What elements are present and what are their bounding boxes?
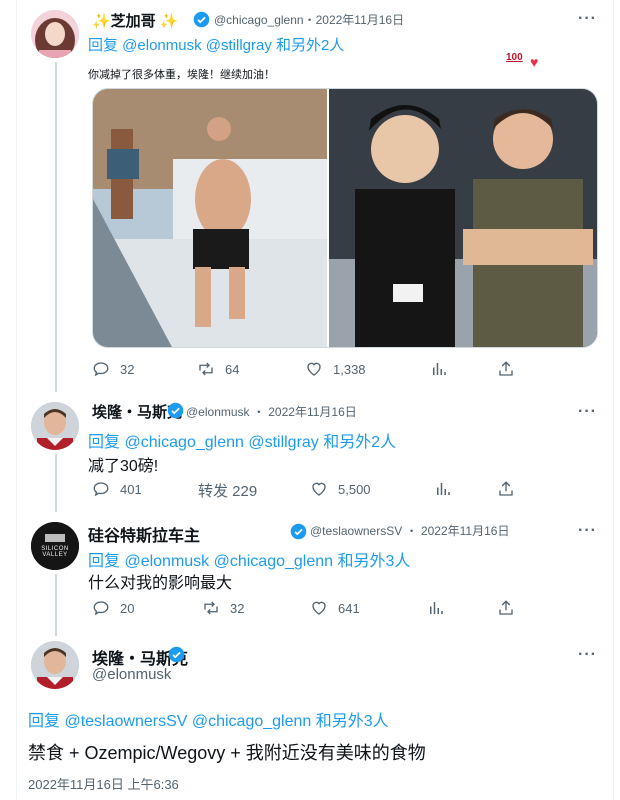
analytics-button[interactable] [430,360,448,378]
retweet-button[interactable]: 32 [202,599,244,617]
heart-icon [307,362,321,376]
more-options-icon[interactable]: ··· [578,10,597,28]
share-icon [499,600,513,615]
reply-to-label[interactable]: 回复 @elonmusk @chicago_glenn 和另外3人 [88,547,410,571]
reply-button[interactable]: 401 [92,480,142,498]
reply-icon [93,362,109,377]
emoji-100-icon: 100 ♥ [506,52,539,70]
share-icon [499,361,513,376]
tweet-text: 什么对我的影响最大 [88,575,233,592]
tweet-actions: 32 64 1,338 [92,360,598,382]
more-options-icon[interactable]: ··· [578,403,597,421]
reply-icon [93,482,109,497]
thread-line [55,62,57,392]
reply-button[interactable]: 32 [92,360,134,378]
tweet-text: 减了30磅! [88,458,159,475]
media-photos [93,89,597,347]
heart-icon [312,482,326,496]
author-name[interactable]: ✨芝加哥 ✨ [92,10,179,31]
reply-to-label[interactable]: 回复 @elonmusk @stillgray 和另外2人 [88,34,344,55]
tweet-timestamp[interactable]: 2022年11月16日 上午6:36 [28,774,179,793]
author-handle[interactable]: @elonmusk ・ 2022年11月16日 [186,403,357,420]
author-handle[interactable]: @chicago_glenn・2022年11月16日 [214,11,404,28]
verified-badge-icon [168,646,185,668]
retweet-button[interactable]: 64 [197,360,239,378]
author-handle[interactable]: @teslaownersSV ・ 2022年11月16日 [310,522,509,539]
reply-to-label[interactable]: 回复 @teslaownersSV @chicago_glenn 和另外3人 [28,707,389,731]
retweet-button[interactable]: 转发 229 [198,480,257,501]
retweet-icon [204,601,218,615]
analytics-icon [430,602,443,614]
thread-line [55,454,57,512]
verified-badge-icon [167,402,184,424]
heart-icon [312,601,326,615]
share-button[interactable] [497,480,515,498]
tweet-text: 禁食 + Ozempic/Wegovy + 我附近没有美味的食物 [28,743,426,763]
verified-badge-icon [290,523,307,545]
analytics-icon [433,363,446,375]
author-name[interactable]: 硅谷特斯拉车主 [88,522,200,546]
tweet-actions: 401 转发 229 5,500 [92,480,598,502]
thread-line [55,574,57,636]
share-button[interactable] [497,599,515,617]
avatar[interactable]: SILICON VALLEY [31,522,79,570]
author-handle[interactable]: @elonmusk [92,666,171,683]
analytics-button[interactable] [427,599,445,617]
tweet-text: 你减掉了很多体重，埃隆！继续加油！ [88,69,275,81]
reply-to-label[interactable]: 回复 @chicago_glenn @stillgray 和另外2人 [88,428,396,452]
more-options-icon[interactable]: ··· [578,522,597,540]
like-button[interactable]: 641 [310,599,360,617]
like-button[interactable]: 5,500 [310,480,371,498]
share-button[interactable] [497,360,515,378]
heart-emoji-icon: ♥ [530,54,539,70]
avatar[interactable] [31,10,79,58]
analytics-icon [437,483,450,495]
avatar-label: SILICON VALLEY [41,546,69,558]
avatar[interactable] [31,641,79,689]
tweet-media[interactable] [92,88,598,348]
reply-icon [93,601,109,616]
more-options-icon[interactable]: ··· [578,646,597,664]
tweet-actions: 20 32 641 [92,599,598,621]
verified-badge-icon [193,11,210,33]
avatar[interactable] [31,402,79,450]
retweet-icon [199,362,213,376]
reply-button[interactable]: 20 [92,599,134,617]
analytics-button[interactable] [434,480,452,498]
like-button[interactable]: 1,338 [305,360,366,378]
share-icon [499,481,513,496]
